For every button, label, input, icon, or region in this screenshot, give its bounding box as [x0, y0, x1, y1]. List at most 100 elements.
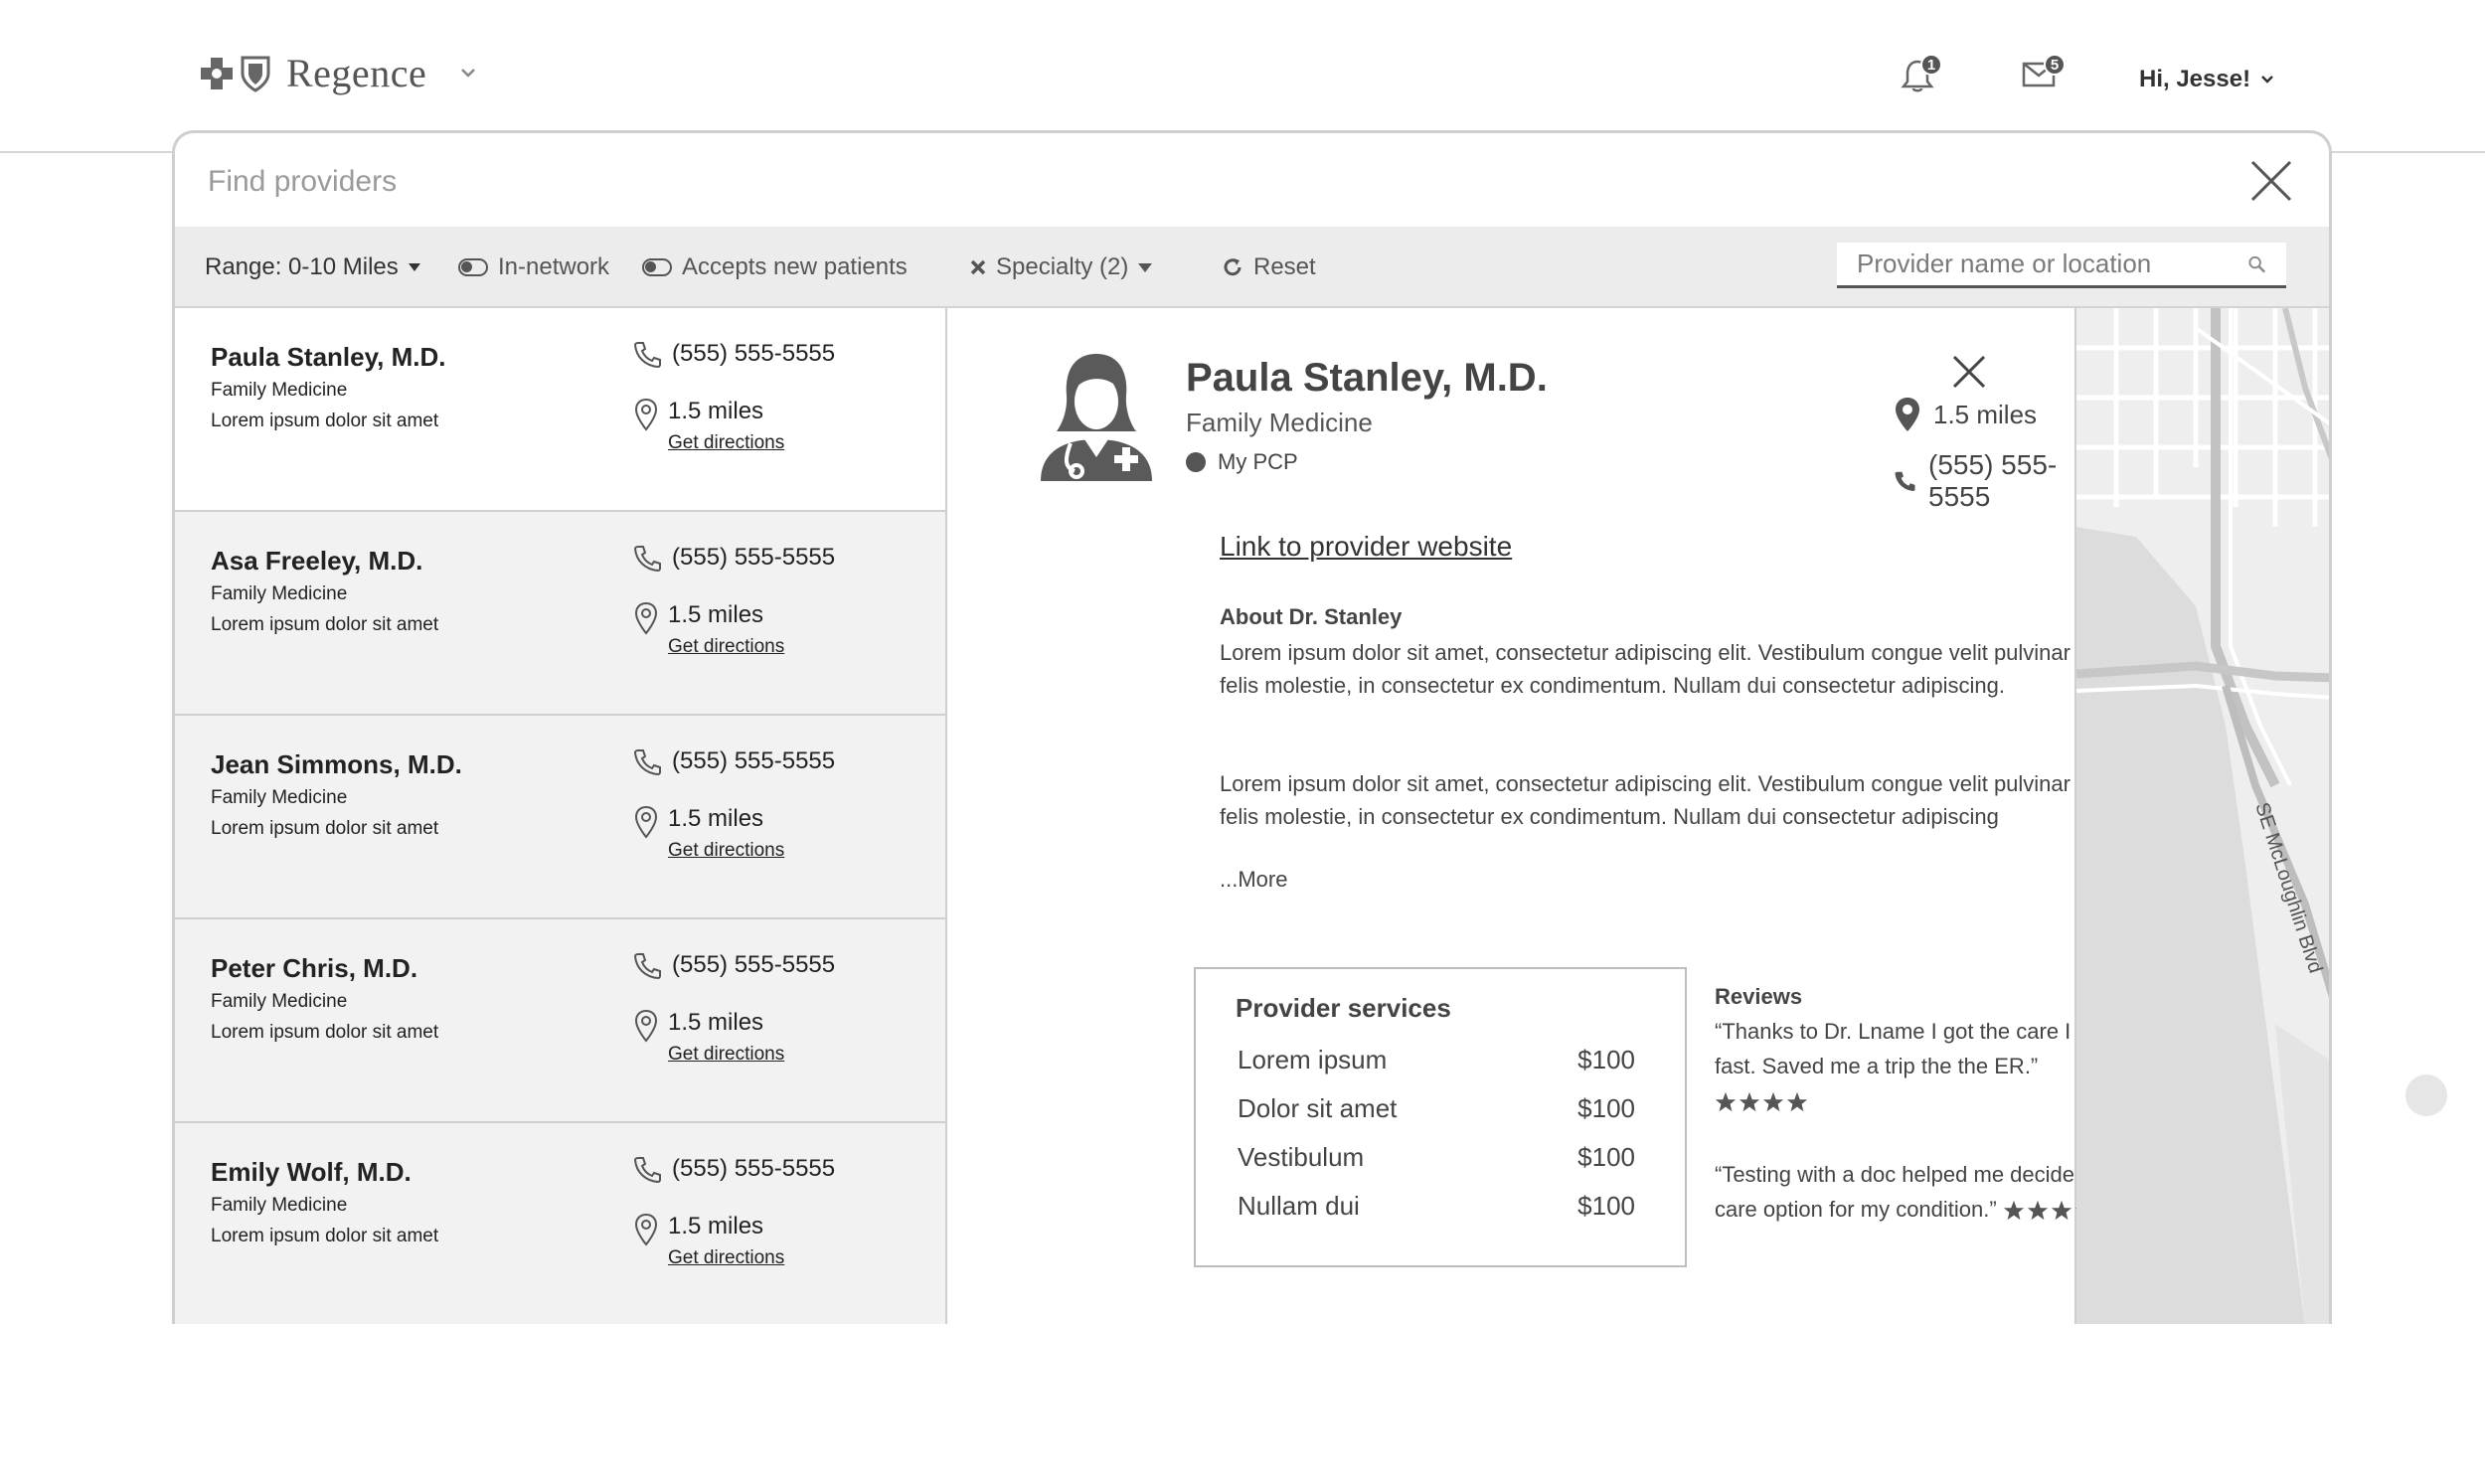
toggle-icon [642, 258, 672, 276]
provider-phone-text: (555) 555-5555 [672, 340, 836, 367]
star-rating [1715, 1091, 1808, 1113]
provider-phone-text: (555) 555-5555 [672, 747, 836, 774]
provider-card[interactable]: Emily Wolf, M.D. Family Medicine Lorem i… [175, 1123, 945, 1324]
range-filter-dropdown[interactable]: Range: 0-10 Miles [205, 227, 420, 308]
provider-website-link[interactable]: Link to provider website [1220, 531, 1512, 563]
provider-name: Jean Simmons, M.D. [211, 749, 462, 779]
messages-button[interactable]: 5 [2022, 54, 2066, 92]
caret-down-icon [408, 263, 420, 271]
provider-list: Paula Stanley, M.D. Family Medicine Lore… [175, 308, 947, 1324]
about-heading: About Dr. Stanley [1220, 604, 1403, 629]
get-directions-link[interactable]: Get directions [668, 633, 784, 661]
provider-card[interactable]: Jean Simmons, M.D. Family Medicine Lorem… [175, 716, 945, 919]
user-greeting: Hi, Jesse! [2139, 66, 2251, 92]
in-network-toggle[interactable]: In-network [458, 227, 609, 308]
detail-provider-name: Paula Stanley, M.D. [1186, 356, 1548, 400]
service-name: Lorem ipsum [1238, 1045, 1388, 1074]
provider-search-input[interactable] [1857, 248, 2247, 279]
provider-description: Lorem ipsum dolor sit amet [211, 818, 439, 839]
modal-header: Find providers [175, 133, 2329, 227]
accepts-new-patients-toggle[interactable]: Accepts new patients [642, 227, 908, 308]
clear-x-icon[interactable] [970, 259, 986, 275]
phone-icon [633, 1157, 661, 1183]
find-providers-modal: Find providers Range: 0-10 Miles In-netw… [172, 130, 2332, 1324]
get-directions-link[interactable]: Get directions [668, 1041, 784, 1069]
provider-distance-text: 1.5 miles [668, 1009, 764, 1036]
provider-phone[interactable]: (555) 555-5555 [632, 1155, 835, 1183]
star-icon [1762, 1092, 1784, 1112]
chevron-down-icon[interactable] [460, 65, 476, 82]
star-icon [1739, 1092, 1760, 1112]
notifications-badge: 1 [1920, 54, 1942, 76]
provider-services-box: Provider services Lorem ipsum $100 Dolor… [1194, 967, 1687, 1267]
service-row: Nullam dui $100 [1238, 1191, 1635, 1222]
more-link[interactable]: ...More [1220, 867, 1287, 893]
provider-description: Lorem ipsum dolor sit amet [211, 1226, 439, 1246]
service-price: $100 [1577, 1142, 1635, 1172]
map-pin-icon [634, 1009, 658, 1043]
side-handle[interactable] [2405, 1074, 2447, 1116]
star-icon [2003, 1201, 2024, 1221]
reviews-heading: Reviews [1715, 984, 1803, 1009]
provider-search [1837, 243, 2286, 288]
provider-distance: 1.5 miles Get directions [634, 1009, 784, 1069]
about-paragraph-2: Lorem ipsum dolor sit amet, consectetur … [1220, 771, 2071, 829]
provider-distance: 1.5 miles Get directions [634, 601, 784, 661]
provider-phone-text: (555) 555-5555 [672, 1155, 836, 1182]
search-icon[interactable] [2247, 254, 2266, 274]
service-price: $100 [1577, 1191, 1635, 1221]
provider-card[interactable]: Asa Freeley, M.D. Family Medicine Lorem … [175, 512, 945, 716]
range-filter-label: Range: 0-10 Miles [205, 253, 399, 280]
map-street-label: SE McLoughlin Blvd [2250, 800, 2326, 976]
service-name: Dolor sit amet [1238, 1093, 1398, 1123]
provider-name: Asa Freeley, M.D. [211, 546, 423, 576]
provider-phone[interactable]: (555) 555-5555 [632, 951, 835, 979]
detail-provider-specialty: Family Medicine [1186, 408, 1373, 437]
modal-close-button[interactable] [2249, 159, 2293, 208]
phone-icon [633, 546, 661, 572]
provider-phone[interactable]: (555) 555-5555 [632, 340, 835, 368]
provider-distance: 1.5 miles Get directions [634, 1213, 784, 1272]
service-price: $100 [1577, 1045, 1635, 1074]
get-directions-link[interactable]: Get directions [668, 429, 784, 457]
get-directions-link[interactable]: Get directions [668, 1244, 784, 1272]
provider-phone[interactable]: (555) 555-5555 [632, 747, 835, 775]
map-pin-icon [634, 805, 658, 839]
provider-specialty: Family Medicine [211, 583, 348, 604]
provider-name: Paula Stanley, M.D. [211, 342, 446, 372]
services-title: Provider services [1236, 993, 1451, 1023]
pcp-label: My PCP [1218, 449, 1298, 474]
notifications-button[interactable]: 1 [1901, 54, 1942, 98]
provider-name: Emily Wolf, M.D. [211, 1157, 412, 1187]
reset-filters-button[interactable]: Reset [1222, 227, 1316, 308]
map-pin-icon [634, 601, 658, 635]
provider-phone-text: (555) 555-5555 [672, 544, 836, 571]
doctor-avatar-icon [1035, 348, 1158, 486]
specialty-filter-label: Specialty (2) [996, 253, 1129, 280]
about-paragraph-1: Lorem ipsum dolor sit amet, consectetur … [1220, 640, 2071, 698]
provider-specialty: Family Medicine [211, 787, 348, 808]
phone-icon [633, 749, 661, 775]
brand-name: Regence [286, 51, 427, 95]
provider-phone[interactable]: (555) 555-5555 [632, 544, 835, 572]
map-view[interactable]: SE McLoughlin Blvd [2076, 308, 2329, 1324]
provider-distance-text: 1.5 miles [668, 1213, 764, 1239]
detail-distance-text: 1.5 miles [1933, 399, 2038, 429]
caret-down-icon [1138, 262, 1153, 272]
specialty-filter-dropdown[interactable]: Specialty (2) [970, 227, 1153, 308]
provider-description: Lorem ipsum dolor sit amet [211, 614, 439, 635]
service-row: Vestibulum $100 [1238, 1142, 1635, 1173]
pcp-dot-icon [1186, 452, 1206, 472]
brand-logo[interactable]: Regence [199, 50, 476, 96]
user-menu[interactable]: Hi, Jesse! [2139, 66, 2274, 93]
provider-card[interactable]: Peter Chris, M.D. Family Medicine Lorem … [175, 919, 945, 1123]
get-directions-link[interactable]: Get directions [668, 837, 784, 865]
map-pin-icon [634, 1213, 658, 1246]
detail-phone[interactable]: (555) 555-5555 [1894, 449, 2074, 513]
provider-name: Peter Chris, M.D. [211, 953, 418, 983]
detail-close-button[interactable] [1951, 354, 1987, 395]
provider-card[interactable]: Paula Stanley, M.D. Family Medicine Lore… [175, 308, 945, 512]
provider-distance-text: 1.5 miles [668, 601, 764, 628]
provider-phone-text: (555) 555-5555 [672, 951, 836, 978]
star-icon [1715, 1092, 1737, 1112]
